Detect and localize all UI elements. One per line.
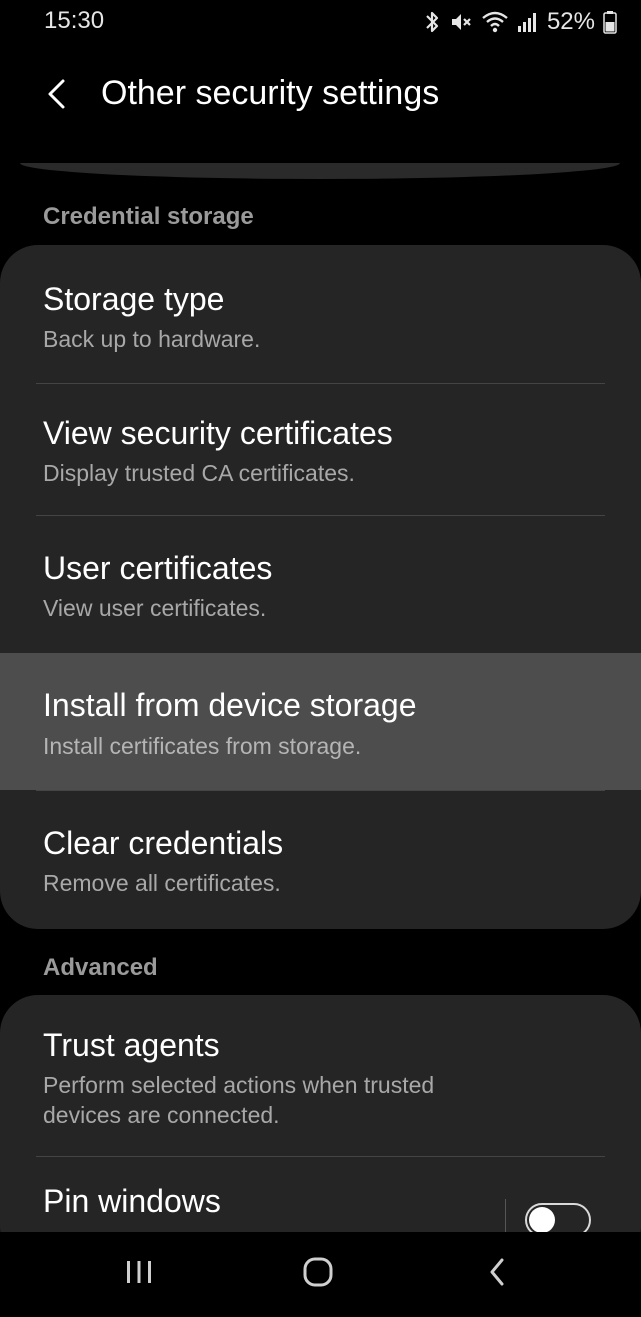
item-title: Pin windows	[43, 1183, 221, 1219]
item-title: Trust agents	[43, 1027, 220, 1063]
nav-back-button[interactable]	[467, 1252, 527, 1296]
item-subtitle: Display trusted CA certificates.	[43, 460, 355, 486]
home-icon	[302, 1256, 334, 1293]
battery-percentage: 52%	[546, 8, 595, 35]
view-security-certificates-item[interactable]: View security certificates Display trust…	[0, 384, 641, 515]
advanced-card: Trust agents Perform selected actions wh…	[0, 995, 641, 1265]
trust-agents-item[interactable]: Trust agents Perform selected actions wh…	[0, 995, 641, 1156]
section-header-advanced: Advanced	[43, 954, 158, 981]
section-header-credential-storage: Credential storage	[43, 203, 254, 230]
install-from-device-storage-item[interactable]: Install from device storage Install cert…	[0, 653, 641, 790]
item-title: User certificates	[43, 550, 273, 586]
item-subtitle: View user certificates.	[43, 595, 267, 621]
back-button[interactable]	[36, 76, 76, 116]
battery-icon	[603, 10, 617, 34]
back-arrow-icon	[45, 77, 67, 116]
item-title: Install from device storage	[43, 687, 417, 723]
item-subtitle: Back up to hardware.	[43, 326, 261, 352]
item-subtitle-line2: devices are connected.	[43, 1102, 280, 1128]
item-subtitle: Install certificates from storage.	[43, 733, 362, 759]
status-bar: 15:30 52%	[0, 0, 641, 46]
toggle-knob	[529, 1207, 555, 1233]
nav-back-icon	[487, 1256, 507, 1293]
wifi-icon	[481, 10, 509, 34]
mute-icon	[449, 10, 473, 34]
credential-storage-card: Storage type Back up to hardware. View s…	[0, 245, 641, 929]
item-subtitle-line1: Perform selected actions when trusted	[43, 1072, 435, 1098]
item-subtitle: Remove all certificates.	[43, 870, 281, 896]
status-icons: 52%	[423, 8, 617, 36]
home-button[interactable]	[288, 1252, 348, 1296]
signal-icon	[517, 10, 537, 34]
recents-icon	[124, 1258, 154, 1291]
clear-credentials-item[interactable]: Clear credentials Remove all certificate…	[0, 791, 641, 929]
item-title: Storage type	[43, 281, 225, 317]
bluetooth-icon	[423, 10, 441, 34]
navigation-bar	[0, 1232, 641, 1317]
user-certificates-item[interactable]: User certificates View user certificates…	[0, 516, 641, 653]
app-header: Other security settings	[0, 60, 641, 132]
status-time: 15:30	[44, 7, 105, 34]
storage-type-item[interactable]: Storage type Back up to hardware.	[0, 245, 641, 383]
page-title: Other security settings	[101, 74, 440, 112]
item-title: View security certificates	[43, 415, 393, 451]
previous-card-edge	[20, 163, 620, 179]
item-title: Clear credentials	[43, 825, 284, 861]
recents-button[interactable]	[109, 1252, 169, 1296]
